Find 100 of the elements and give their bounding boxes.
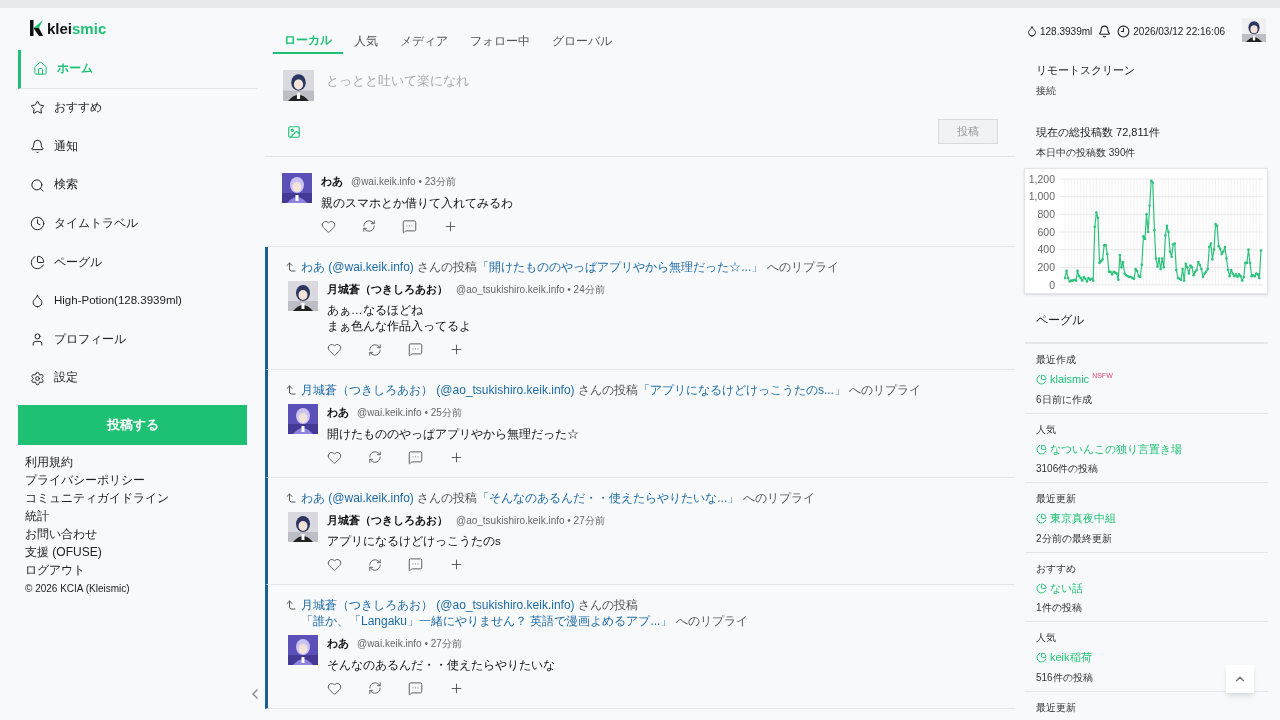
comment-button[interactable]: [408, 680, 423, 696]
pagegull-detail: 1件の投稿: [1036, 601, 1082, 616]
comment-button[interactable]: [408, 342, 423, 357]
like-button[interactable]: [327, 557, 342, 572]
nav-item[interactable]: ペーグル: [18, 242, 257, 282]
reply-post-link[interactable]: 「アプリになるけどけっこうたのs...」: [637, 383, 846, 397]
post-body: そんなのあるんだ・・使えたらやりたいな: [327, 657, 555, 673]
comment-button[interactable]: [408, 449, 423, 465]
author-name[interactable]: 月城蒼（つきしろあお）: [327, 280, 448, 297]
repost-button[interactable]: [362, 218, 376, 234]
timeline-tab[interactable]: 人気: [343, 28, 389, 54]
reply-post-link[interactable]: 「誰か、「Langaku」一緒にやりません？ 英語で漫画よめるアプ...」: [301, 614, 673, 628]
droplet-icon: [30, 293, 45, 309]
reply-context: わあ (@wai.keik.info) さんの投稿「開けたもののやっぱアプリやから無理だった☆...」 へのリプライ: [301, 258, 839, 275]
author-name[interactable]: 月城蒼（つきしろあお）: [327, 511, 448, 528]
nav-item[interactable]: 通知: [18, 127, 257, 166]
add-button[interactable]: [443, 218, 458, 234]
search-icon: [30, 177, 45, 193]
nav-item[interactable]: 検索: [18, 165, 257, 205]
add-button[interactable]: [449, 342, 464, 357]
axis-tick-label: 200: [1037, 260, 1055, 273]
pagegull-detail: 2分前の最終更新: [1036, 531, 1112, 546]
footer-link[interactable]: 利用規約: [25, 455, 265, 471]
potion-amount: 128.3939ml: [1040, 24, 1093, 39]
author-name[interactable]: わあ: [321, 173, 343, 190]
reply-arrow-icon: [285, 599, 297, 611]
add-button[interactable]: [449, 557, 464, 572]
pie-chart-icon: [1036, 443, 1047, 455]
comment-button[interactable]: [408, 557, 423, 572]
axis-tick-label: 600: [1037, 225, 1055, 238]
add-button[interactable]: [449, 449, 464, 465]
timeline-tab[interactable]: フォロー中: [459, 28, 541, 54]
total-posts-title: 現在の総投稿数 72,811件: [1036, 124, 1161, 140]
pagegull-detail: 3106件の投稿: [1036, 462, 1099, 477]
like-button[interactable]: [321, 218, 336, 234]
footer-link[interactable]: コミュニティガイドライン: [25, 491, 265, 507]
like-button[interactable]: [327, 342, 342, 357]
reply-arrow-icon: [285, 260, 297, 273]
nav-item[interactable]: プロフィール: [18, 320, 257, 359]
logo-icon: [30, 20, 44, 36]
author-name[interactable]: わあ: [327, 404, 349, 421]
like-button[interactable]: [327, 449, 342, 465]
timeline-tab[interactable]: メディア: [389, 28, 459, 54]
footer-link[interactable]: 支援 (OFUSE): [25, 545, 265, 561]
post-body: あぁ…なるほどね まぁ色んな作品入ってるよ: [327, 303, 472, 334]
pagegull-category: 最近作成: [1036, 353, 1076, 368]
comment-button[interactable]: [402, 218, 417, 234]
home-icon: [33, 61, 48, 77]
repost-button[interactable]: [368, 557, 382, 572]
footer-link[interactable]: お問い合わせ: [25, 527, 265, 543]
reply-user-link[interactable]: わあ (@wai.keik.info): [301, 259, 414, 274]
settings-icon: [30, 370, 45, 386]
axis-tick-label: 400: [1037, 243, 1055, 256]
axis-tick-label: 800: [1037, 207, 1055, 220]
current-datetime: 2026/03/12 22:16:06: [1133, 24, 1226, 39]
reply-user-link[interactable]: 月城蒼（つきしろあお） (@ao_tsukishiro.keik.info): [301, 383, 575, 397]
copyright-text: © 2026 KCIA (Kleismic): [25, 582, 131, 597]
reply-context: わあ (@wai.keik.info) さんの投稿「そんなのあるんだ・・使えたらやりたいな...」 へのリプライ: [301, 489, 815, 506]
reply-user-link[interactable]: 月城蒼（つきしろあお） (@ao_tsukishiro.keik.info): [301, 598, 575, 612]
post-meta: @ao_tsukishiro.keik.info • 27分前: [456, 513, 605, 528]
post-meta: @wai.keik.info • 23分前: [351, 175, 456, 189]
reply-arrow-icon: [285, 491, 297, 504]
pie-chart-icon: [1036, 374, 1047, 385]
droplet-icon: [1026, 25, 1038, 37]
like-button[interactable]: [327, 680, 342, 696]
nav-item[interactable]: おすすめ: [18, 88, 257, 128]
axis-tick-label: 0: [1049, 278, 1055, 291]
pagegull-category: 人気: [1036, 422, 1056, 437]
repost-button[interactable]: [368, 680, 382, 696]
pagegull-category: 最近更新: [1036, 700, 1076, 715]
today-posts-text: 本日中の投稿数 390件: [1036, 146, 1137, 160]
timeline-tab[interactable]: グローバル: [541, 28, 623, 54]
compose-input[interactable]: とっとと吐いて楽になれ: [326, 70, 999, 90]
bell-icon: [30, 139, 45, 154]
author-name[interactable]: わあ: [327, 635, 349, 652]
footer-link[interactable]: 統計: [25, 509, 265, 525]
repost-button[interactable]: [368, 449, 382, 465]
nav-item[interactable]: High-Potion(128.3939ml): [18, 281, 257, 321]
footer-link[interactable]: ログアウト: [25, 563, 265, 579]
pagegull-category: おすすめ: [1036, 561, 1076, 576]
user-icon: [30, 331, 45, 347]
repost-button[interactable]: [368, 342, 382, 357]
post-meta: @wai.keik.info • 27分前: [357, 637, 462, 651]
footer-link[interactable]: プライバシーポリシー: [25, 473, 265, 489]
add-button[interactable]: [449, 680, 464, 696]
nav-item[interactable]: 設定: [18, 358, 257, 398]
reply-user-link[interactable]: わあ (@wai.keik.info): [301, 490, 414, 505]
star-icon: [30, 100, 45, 116]
reply-context: 月城蒼（つきしろあお） (@ao_tsukishiro.keik.info) さんの投稿「アプリになるけどけっこうたのs...」 へのリプライ: [301, 382, 922, 398]
pie-chart-icon: [1036, 513, 1047, 524]
reply-post-link[interactable]: 「そんなのあるんだ・・使えたらやりたいな...」: [477, 490, 740, 505]
logo-text[interactable]: kleismic: [47, 20, 107, 36]
bell-icon[interactable]: [1098, 24, 1112, 38]
pagegull-detail: 6日前に作成: [1036, 392, 1092, 407]
pie-chart-icon: [1036, 652, 1047, 663]
reply-context: 月城蒼（つきしろあお） (@ao_tsukishiro.keik.info) さんの投稿 「誰か、「Langaku」一緒にやりません？ 英語で漫画よめるアプ...」 へのリプライ: [301, 597, 749, 629]
nav-item[interactable]: タイムトラベル: [18, 204, 257, 243]
axis-tick-label: 1,200: [1028, 172, 1055, 185]
reply-post-link[interactable]: 「開けたもののやっぱアプリやから無理だった☆...」: [477, 259, 764, 274]
post-body: アプリになるけどけっこうたのs: [327, 534, 502, 549]
